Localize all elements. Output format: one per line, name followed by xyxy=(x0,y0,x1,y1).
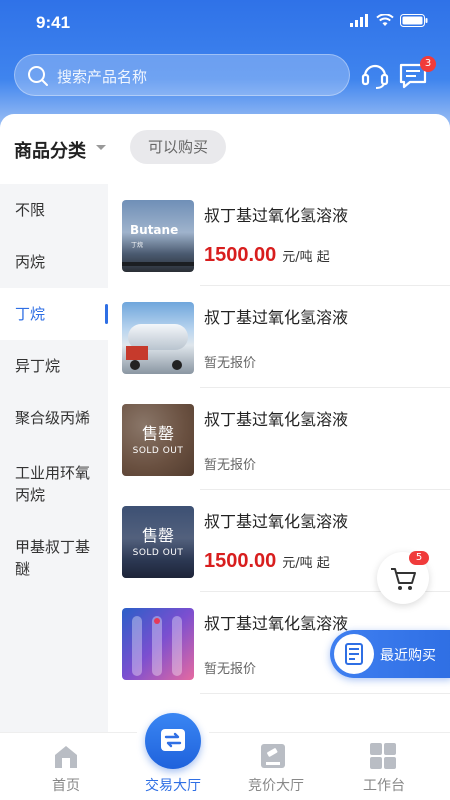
wifi-icon xyxy=(376,14,394,26)
soldout-label: 售罄 xyxy=(141,526,174,545)
search-placeholder: 搜索产品名称 xyxy=(57,68,148,86)
price-row: 1500.00 元/吨 起 xyxy=(204,244,330,267)
no-price-text: 暂无报价 xyxy=(204,662,257,677)
sidebar-item-unlimited[interactable]: 不限 xyxy=(0,184,108,236)
tab-label: 首页 xyxy=(52,778,80,794)
sidebar-item-label: 聚合级丙烯 xyxy=(15,409,91,427)
status-icons xyxy=(350,14,428,27)
sidebar-item-butane[interactable]: 丁烷 xyxy=(0,288,108,340)
product-price: 1500.00 xyxy=(204,244,277,266)
recent-purchase-label: 最近购买 xyxy=(380,648,436,664)
product-card[interactable]: 叔丁基过氧化氢溶液 暂无报价 xyxy=(108,286,450,388)
tab-label: 交易大厅 xyxy=(145,778,201,794)
message-badge: 3 xyxy=(420,56,436,72)
product-image: 售罄 SOLD OUT xyxy=(122,506,194,578)
product-name: 叔丁基过氧化氢溶液 xyxy=(204,512,349,531)
grid-icon xyxy=(370,743,396,769)
sidebar-item-label: 异丁烷 xyxy=(15,357,61,375)
gavel-icon xyxy=(261,744,285,768)
sidebar-item-label: 工业用环氧丙烷 xyxy=(15,464,91,504)
sidebar-item-polymer-propylene[interactable]: 聚合级丙烯 xyxy=(0,392,108,444)
product-card[interactable]: 售罄 SOLD OUT 叔丁基过氧化氢溶液 暂无报价 xyxy=(108,388,450,490)
price-unit: 元/吨 起 xyxy=(282,250,330,265)
soldout-en-label: SOLD OUT xyxy=(132,548,184,558)
sidebar-item-mtbe[interactable]: 甲基叔丁基醚 xyxy=(0,518,108,592)
document-icon xyxy=(345,643,363,665)
sidebar-item-label: 甲基叔丁基醚 xyxy=(15,538,91,578)
sidebar-item-label: 丁烷 xyxy=(15,305,46,323)
status-bar: 9:41 xyxy=(0,0,450,46)
home-icon xyxy=(55,746,77,768)
tab-workbench[interactable]: 工作台 xyxy=(328,733,440,800)
divider xyxy=(200,693,450,694)
price-row: 1500.00 元/吨 起 xyxy=(204,550,330,573)
trading-hall-button[interactable] xyxy=(145,713,201,769)
status-time: 9:41 xyxy=(36,13,71,32)
sidebar-item-label: 丙烷 xyxy=(15,253,46,271)
cart-badge: 5 xyxy=(409,551,429,565)
product-image xyxy=(122,608,194,680)
soldout-overlay: 售罄 SOLD OUT xyxy=(122,506,194,578)
signal-icon xyxy=(350,14,368,27)
no-price-text: 暂无报价 xyxy=(204,458,257,473)
product-name: 叔丁基过氧化氢溶液 xyxy=(204,308,349,327)
bottom-tab-bar: 首页 交易大厅 竞价大厅 工作台 xyxy=(0,732,450,800)
product-card[interactable]: Butane 丁烷 叔丁基过氧化氢溶液 1500.00 元/吨 起 xyxy=(108,184,450,286)
thumb-subtext: 丁烷 xyxy=(131,242,144,249)
product-name: 叔丁基过氧化氢溶液 xyxy=(204,614,349,633)
sidebar-item-isobutane[interactable]: 异丁烷 xyxy=(0,340,108,392)
filter-chip-buyable[interactable]: 可以购买 xyxy=(130,130,226,164)
tab-label: 工作台 xyxy=(363,778,405,794)
thumb-text: Butane xyxy=(130,223,179,237)
search-icon xyxy=(28,66,48,86)
product-price: 1500.00 xyxy=(204,550,277,572)
customer-service-icon[interactable] xyxy=(360,60,390,90)
soldout-en-label: SOLD OUT xyxy=(132,446,184,456)
sidebar-item-propane[interactable]: 丙烷 xyxy=(0,236,108,288)
category-title[interactable]: 商品分类 xyxy=(14,137,86,163)
tab-bidding-hall[interactable]: 竞价大厅 xyxy=(220,733,332,800)
soldout-label: 售罄 xyxy=(141,424,174,443)
recent-purchase-icon-bg xyxy=(334,634,374,674)
no-price-text: 暂无报价 xyxy=(204,356,257,371)
category-sidebar: 不限 丙烷 丁烷 异丁烷 聚合级丙烯 工业用环氧丙烷 甲基叔丁基醚 xyxy=(0,184,108,734)
soldout-overlay: 售罄 SOLD OUT xyxy=(122,404,194,476)
sidebar-item-propylene-oxide[interactable]: 工业用环氧丙烷 xyxy=(0,444,108,518)
tab-label: 竞价大厅 xyxy=(248,778,304,794)
recent-purchase-button[interactable]: 最近购买 xyxy=(330,630,450,678)
product-image xyxy=(122,302,194,374)
price-unit: 元/吨 起 xyxy=(282,556,330,571)
battery-icon xyxy=(400,14,428,27)
tab-home[interactable]: 首页 xyxy=(10,733,122,800)
product-image: Butane 丁烷 xyxy=(122,200,194,272)
product-name: 叔丁基过氧化氢溶液 xyxy=(204,206,349,225)
sidebar-item-label: 不限 xyxy=(15,201,46,219)
search-input[interactable]: 搜索产品名称 xyxy=(14,54,350,96)
product-image: 售罄 SOLD OUT xyxy=(122,404,194,476)
exchange-icon xyxy=(161,729,185,751)
caret-down-icon[interactable] xyxy=(96,145,106,150)
product-name: 叔丁基过氧化氢溶液 xyxy=(204,410,349,429)
